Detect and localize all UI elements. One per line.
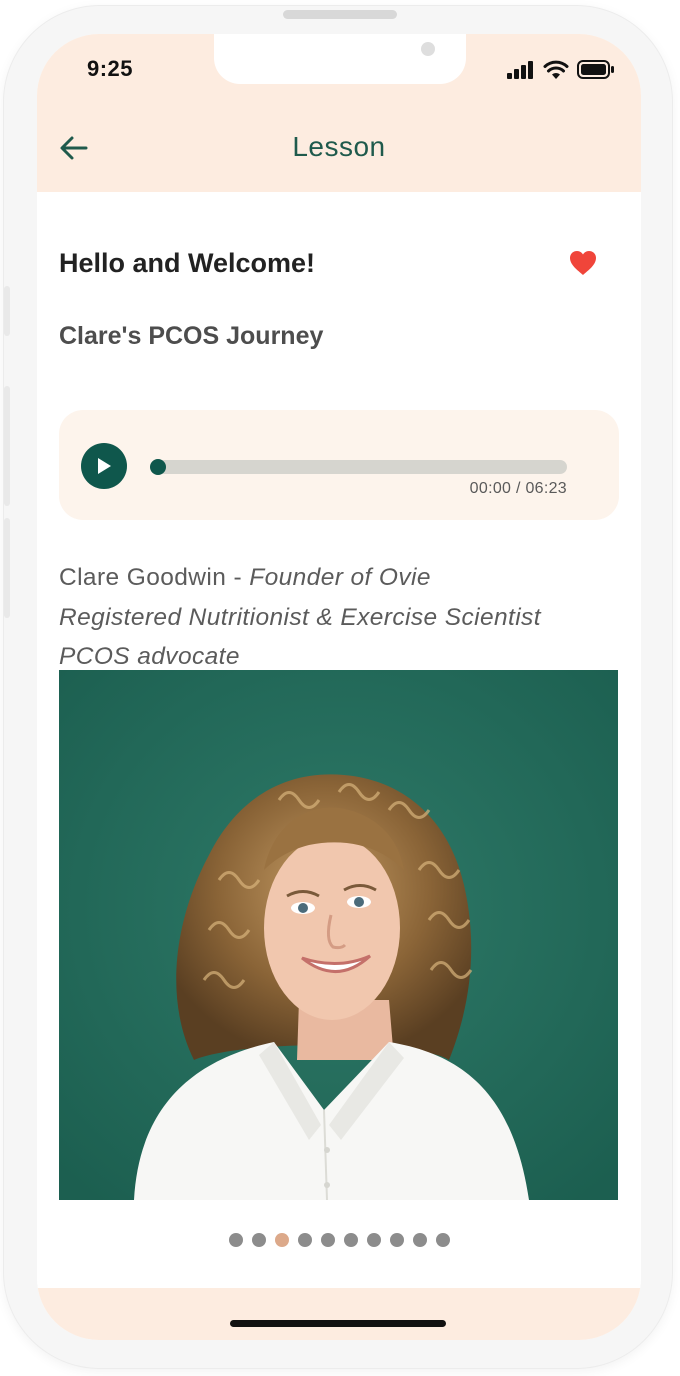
carousel-dot[interactable]	[389, 1233, 404, 1247]
author-advocacy: PCOS advocate	[59, 643, 240, 670]
author-credentials: Registered Nutritionist & Exercise Scien…	[59, 603, 541, 631]
carousel-dot[interactable]	[412, 1233, 427, 1247]
audio-player: 00:00 / 06:23	[59, 410, 619, 520]
app-screen: 9:25 Lesson Hello and Welcome! Clare's P…	[37, 34, 641, 1340]
heart-icon	[570, 251, 596, 275]
lesson-title: Hello and Welcome!	[59, 248, 316, 278]
camera-dot	[421, 42, 435, 56]
carousel-dot[interactable]	[274, 1233, 289, 1247]
audio-progress-thumb[interactable]	[150, 459, 166, 475]
status-icons	[507, 60, 615, 79]
volume-up-button	[4, 386, 10, 506]
status-time: 9:25	[87, 56, 134, 81]
carousel-dot[interactable]	[343, 1233, 358, 1247]
carousel-indicator	[37, 1233, 641, 1247]
lesson-content: Hello and Welcome! Clare's PCOS Journey …	[37, 192, 641, 1288]
favorite-button[interactable]	[569, 250, 597, 276]
play-button[interactable]	[81, 443, 127, 489]
author-bio: Clare Goodwin - Founder of Ovie Register…	[59, 558, 541, 677]
phone-speaker	[283, 10, 397, 19]
author-photo	[59, 670, 618, 1200]
battery-icon	[577, 60, 614, 79]
bio-line-1: Clare Goodwin - Founder of Ovie	[59, 558, 541, 598]
bio-line-2: Registered Nutritionist & Exercise Scien…	[59, 598, 541, 638]
carousel-dot[interactable]	[320, 1233, 335, 1247]
carousel-dot[interactable]	[366, 1233, 381, 1247]
lesson-subtitle: Clare's PCOS Journey	[59, 322, 324, 350]
author-name: Clare Goodwin	[59, 564, 227, 591]
cellular-signal-icon	[507, 60, 533, 79]
page-title: Lesson	[292, 131, 386, 162]
play-icon	[98, 458, 111, 474]
carousel-dot[interactable]	[251, 1233, 266, 1247]
volume-down-button	[4, 518, 10, 618]
app-header: 9:25 Lesson	[37, 34, 641, 192]
carousel-dot[interactable]	[435, 1233, 450, 1247]
audio-progress-track[interactable]	[150, 459, 567, 475]
bottom-bar	[37, 1288, 641, 1340]
notch	[214, 34, 466, 84]
carousel-dot[interactable]	[228, 1233, 243, 1247]
home-indicator[interactable]	[230, 1320, 446, 1327]
mute-switch	[4, 286, 10, 336]
carousel-dot[interactable]	[297, 1233, 312, 1247]
audio-time-label: 00:00 / 06:23	[469, 480, 567, 497]
author-role: Founder of Ovie	[249, 564, 431, 591]
wifi-icon	[543, 60, 569, 79]
bio-separator: -	[226, 564, 250, 591]
author-portrait-illustration	[59, 670, 618, 1200]
